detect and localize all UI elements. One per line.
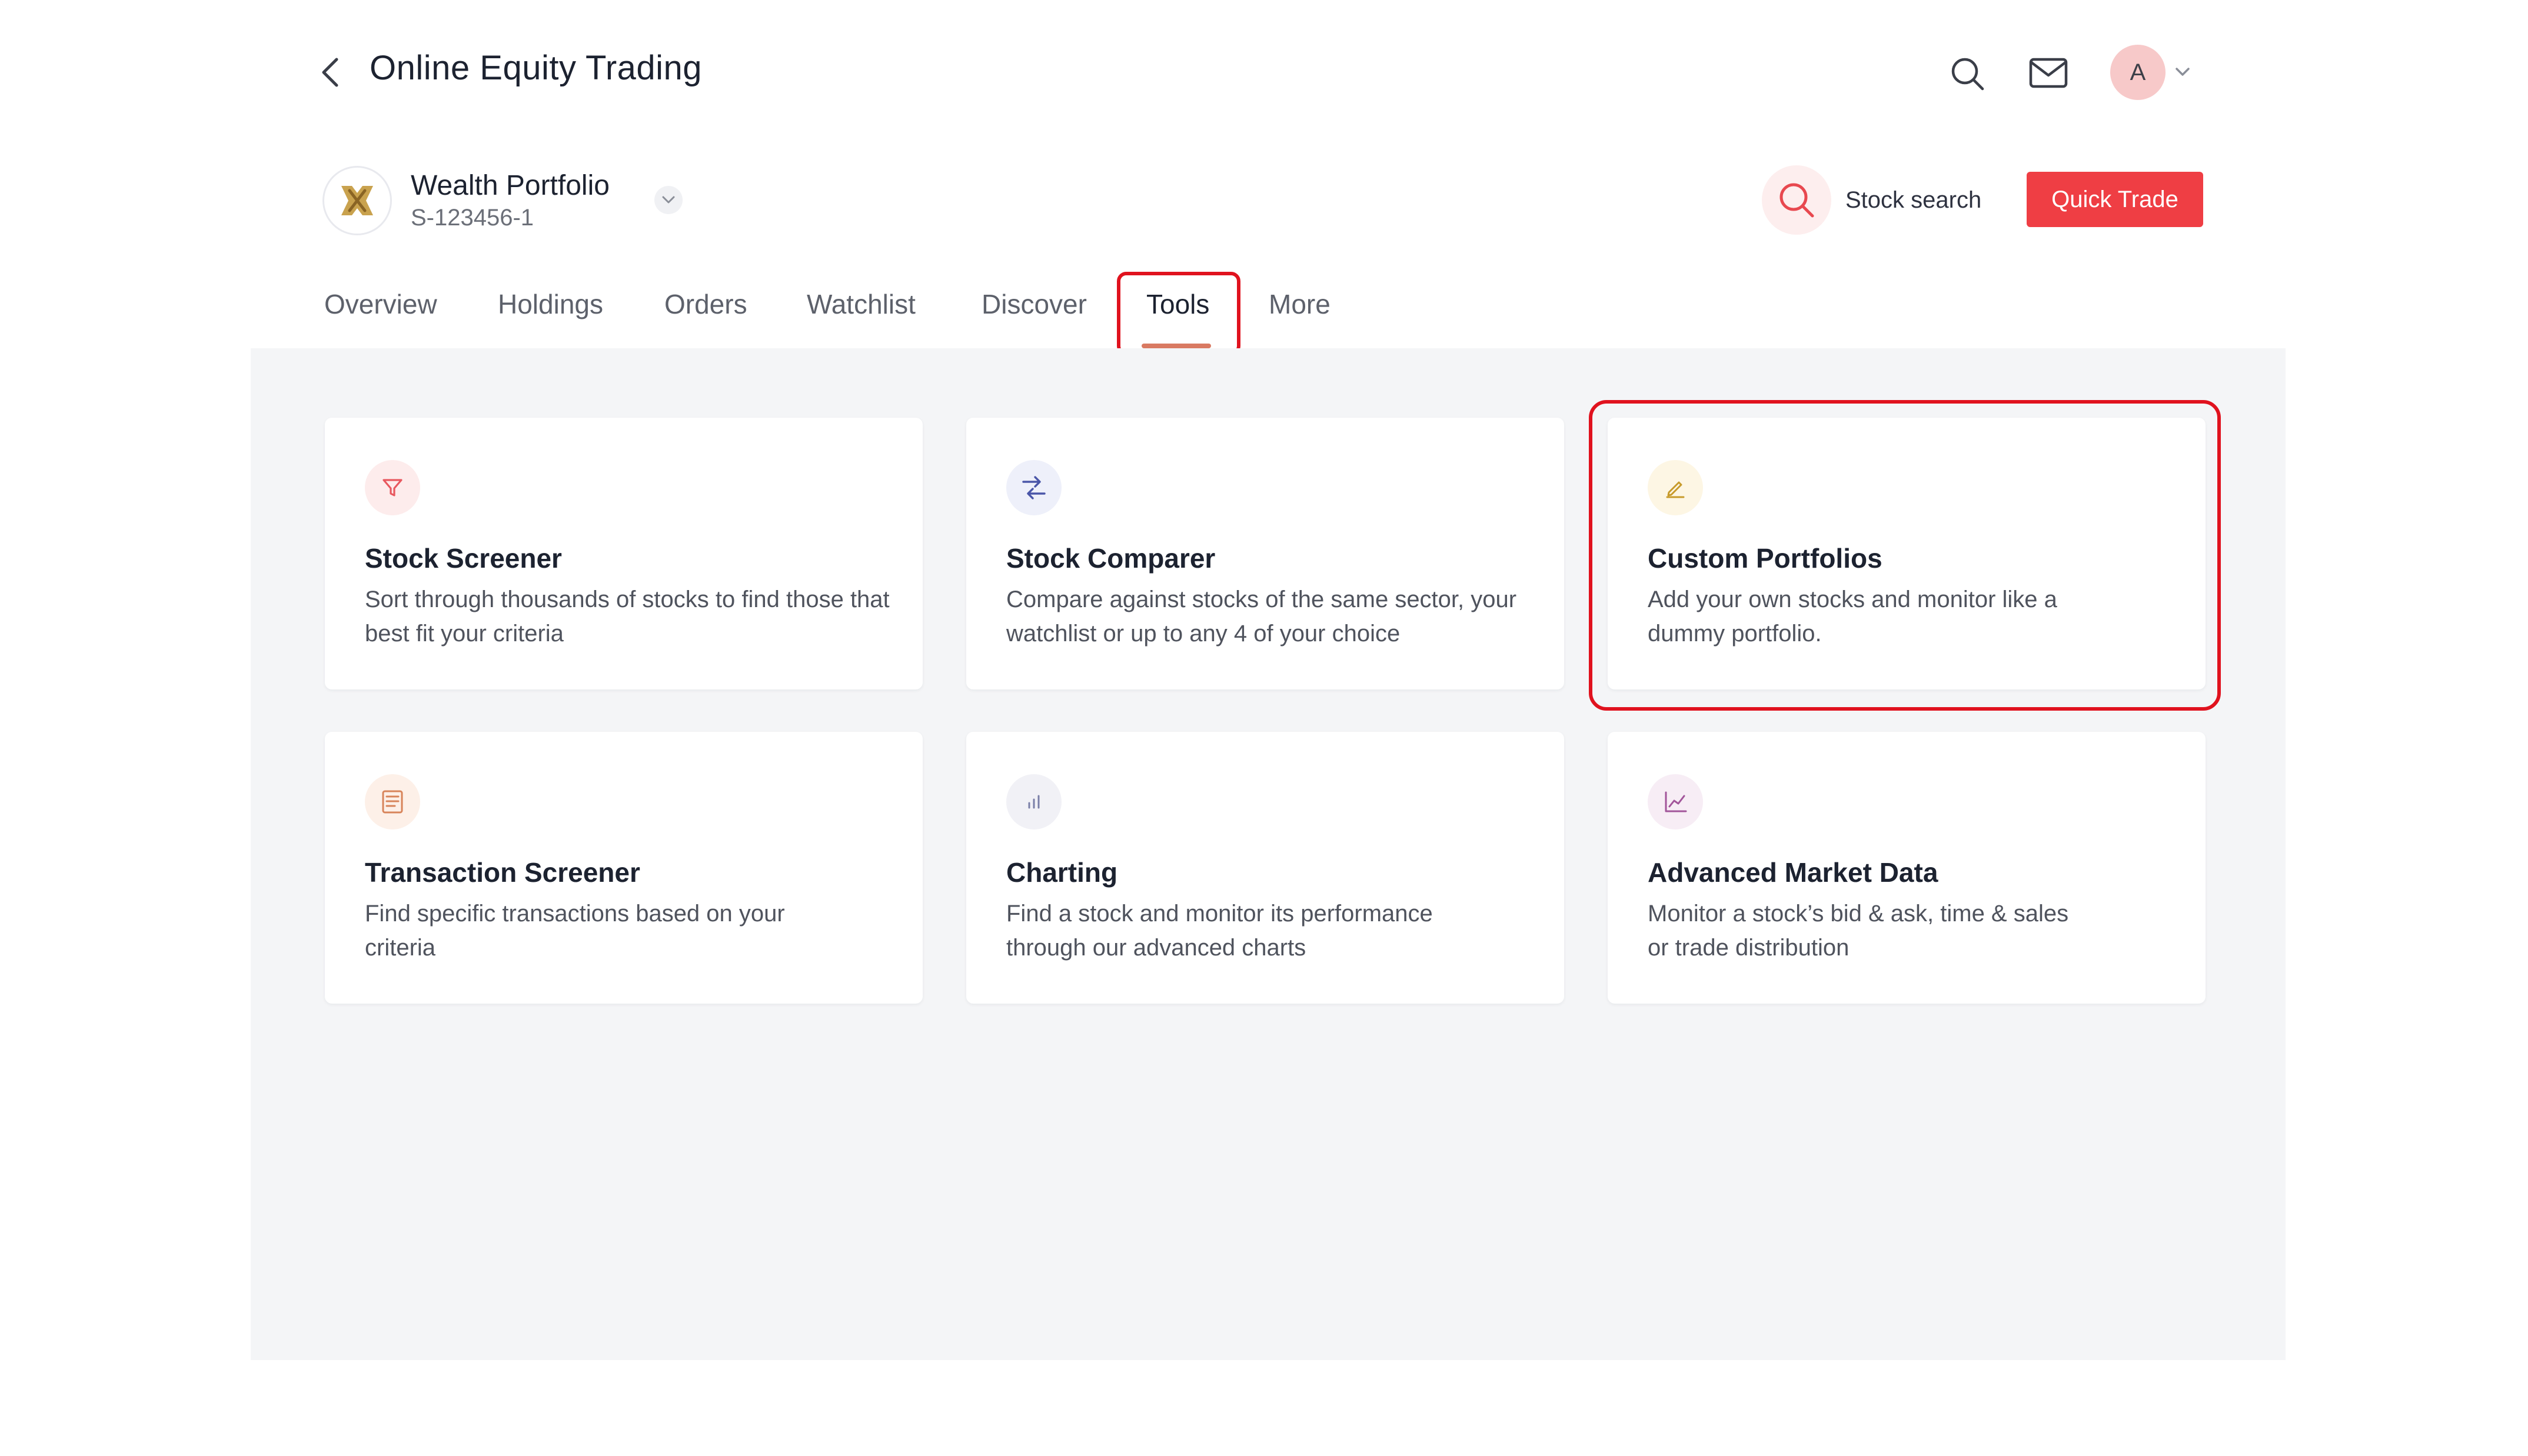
tool-card-charting[interactable]: Charting Find a stock and monitor its pe… xyxy=(966,732,1564,1004)
app-window: Online Equity Trading A Wealth Portfolio… xyxy=(0,0,2528,1456)
tool-description: Find specific transactions based on your… xyxy=(365,901,785,961)
page-title: Online Equity Trading xyxy=(370,49,703,87)
tab-overview[interactable]: Overview xyxy=(324,288,437,320)
stock-search-label: Stock search xyxy=(1845,186,1982,213)
tool-title: Advanced Market Data xyxy=(1648,857,1938,888)
chevron-down-icon[interactable] xyxy=(2174,65,2191,79)
tool-title: Charting xyxy=(1006,857,1118,888)
tool-description: Compare against stocks of the same secto… xyxy=(1006,587,1517,647)
mail-icon[interactable] xyxy=(2029,58,2068,88)
search-icon xyxy=(1779,183,1814,218)
stock-search-icon-wrap xyxy=(1762,165,1831,235)
tool-title: Transaction Screener xyxy=(365,857,640,888)
custom-portfolios-highlight xyxy=(1589,400,2221,711)
tab-orders[interactable]: Orders xyxy=(664,288,747,320)
avatar[interactable]: A xyxy=(2110,45,2166,100)
tool-icon-wrap xyxy=(1006,774,1062,829)
stock-search-button[interactable]: Stock search xyxy=(1762,165,1981,235)
tab-holdings[interactable]: Holdings xyxy=(498,288,603,320)
tool-description: Sort through thousands of stocks to find… xyxy=(365,587,890,647)
tab-more[interactable]: More xyxy=(1269,288,1330,320)
tool-card-advanced-market-data[interactable]: Advanced Market Data Monitor a stock’s b… xyxy=(1608,732,2206,1004)
back-arrow-icon[interactable] xyxy=(318,56,344,89)
compare-arrows-icon xyxy=(1022,476,1046,499)
tool-card-stock-screener[interactable]: Stock Screener Sort through thousands of… xyxy=(325,418,923,689)
portfolio-name[interactable]: Wealth Portfolio xyxy=(411,169,610,202)
tool-title: Stock Comparer xyxy=(1006,543,1216,574)
tab-watchlist[interactable]: Watchlist xyxy=(807,288,916,320)
search-icon[interactable] xyxy=(1949,55,1985,92)
tool-icon-wrap xyxy=(1006,460,1062,515)
tab-discover[interactable]: Discover xyxy=(982,288,1087,320)
chevron-down-icon xyxy=(662,196,675,204)
portfolio-emblem-icon xyxy=(341,186,373,215)
tool-title: Stock Screener xyxy=(365,543,562,574)
tool-description: Monitor a stock’s bid & ask, time & sale… xyxy=(1648,901,2069,961)
tool-icon-wrap xyxy=(1648,774,1703,829)
tool-icon-wrap xyxy=(365,774,420,829)
document-list-icon xyxy=(382,790,403,814)
bar-chart-icon xyxy=(1028,795,1040,809)
tool-card-stock-comparer[interactable]: Stock Comparer Compare against stocks of… xyxy=(966,418,1564,689)
portfolio-id: S-123456-1 xyxy=(411,205,534,231)
quick-trade-button[interactable]: Quick Trade xyxy=(2027,172,2203,227)
portfolio-dropdown-button[interactable] xyxy=(654,186,683,214)
tools-tab-highlight xyxy=(1117,272,1240,355)
filter-icon xyxy=(382,479,403,497)
line-chart-icon xyxy=(1665,791,1687,812)
tool-description: Find a stock and monitor its performance… xyxy=(1006,901,1433,961)
tool-icon-wrap xyxy=(365,460,420,515)
portfolio-logo xyxy=(322,166,392,235)
tool-card-transaction-screener[interactable]: Transaction Screener Find specific trans… xyxy=(325,732,923,1004)
avatar-initial: A xyxy=(2130,59,2146,85)
tab-bar: Overview Holdings Orders Watchlist Disco… xyxy=(0,288,2528,347)
